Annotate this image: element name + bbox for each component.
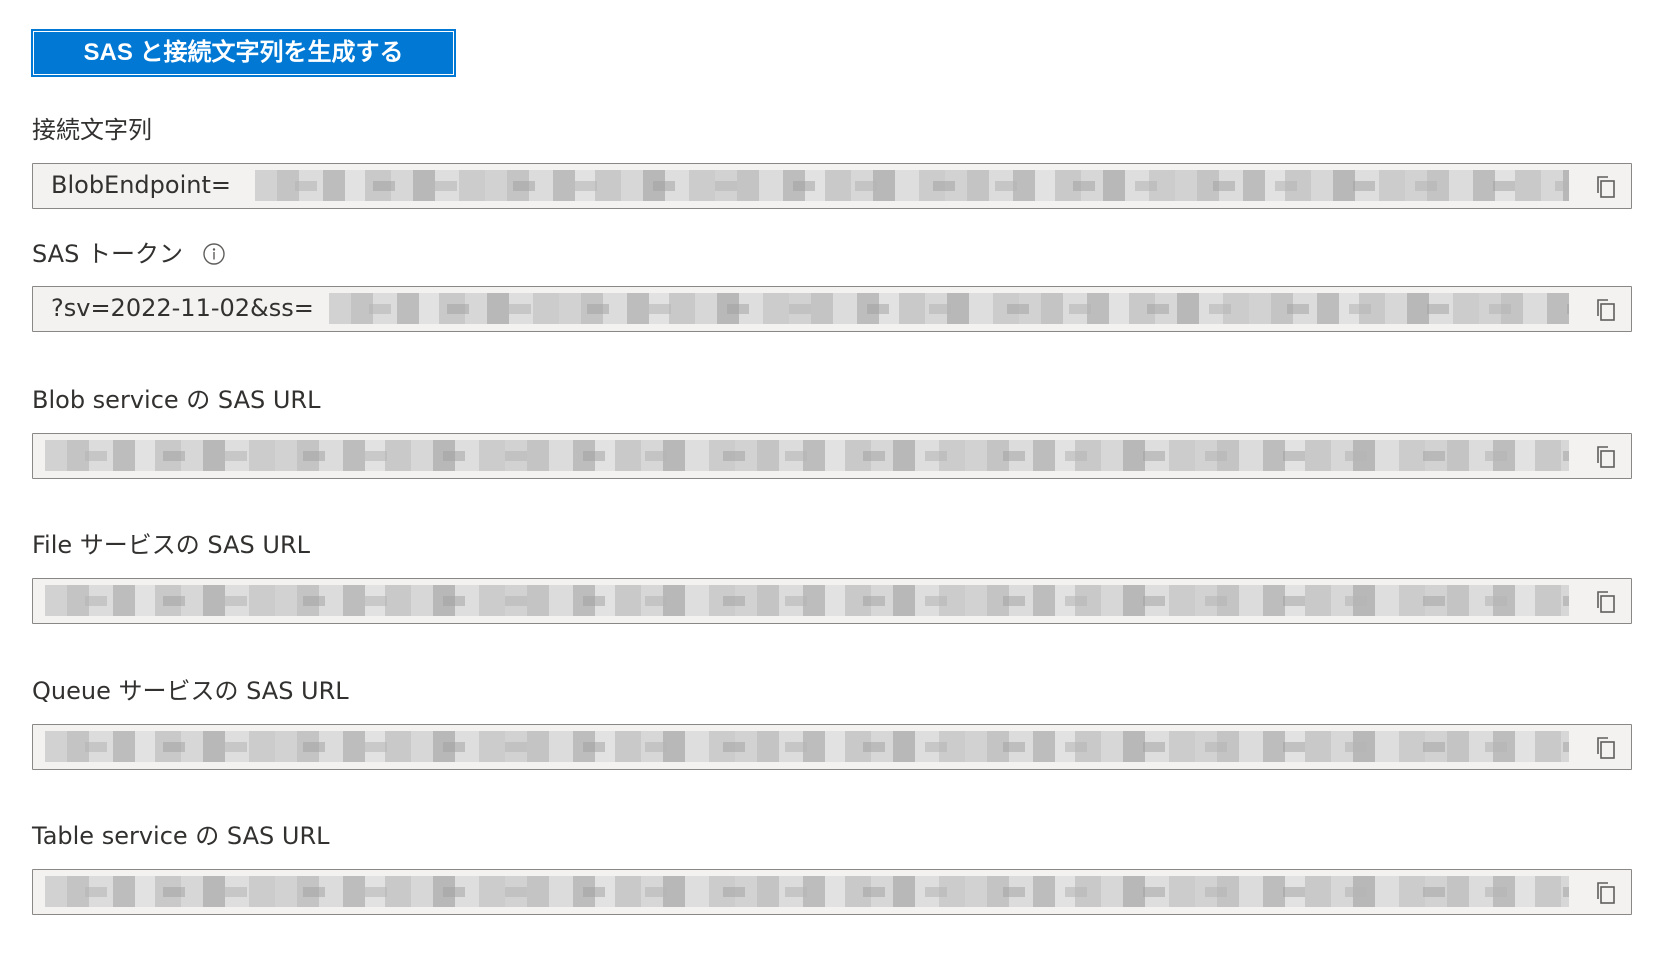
blob-sas-url-field[interactable] [32, 433, 1632, 479]
table-sas-url-field[interactable] [32, 869, 1632, 915]
sas-token-label-text: SAS トークン [32, 240, 183, 268]
connection-string-field[interactable]: BlobEndpoint= [32, 163, 1632, 209]
copy-icon[interactable] [1593, 589, 1619, 615]
blob-sas-url-label-text: Blob service の SAS URL [32, 386, 321, 414]
file-sas-url-field[interactable] [32, 578, 1632, 624]
redacted-content [45, 440, 1569, 471]
queue-sas-url-label: Queue サービスの SAS URL [32, 675, 349, 707]
redacted-content [45, 585, 1569, 616]
file-sas-url-label: File サービスの SAS URL [32, 529, 310, 561]
copy-icon[interactable] [1593, 297, 1619, 323]
copy-icon[interactable] [1593, 444, 1619, 470]
table-sas-url-label-text: Table service の SAS URL [32, 822, 330, 850]
connection-string-value[interactable]: BlobEndpoint= [51, 164, 231, 207]
connection-string-label: 接続文字列 [32, 114, 152, 146]
redacted-content [45, 731, 1569, 762]
redacted-content [329, 293, 1569, 324]
sas-token-label: SAS トークン [32, 238, 225, 270]
sas-token-value[interactable]: ?sv=2022-11-02&ss= [51, 287, 314, 330]
generate-sas-button[interactable]: SAS と接続文字列を生成する [31, 29, 456, 77]
queue-sas-url-field[interactable] [32, 724, 1632, 770]
file-sas-url-label-text: File サービスの SAS URL [32, 531, 310, 559]
queue-sas-url-label-text: Queue サービスの SAS URL [32, 677, 349, 705]
table-sas-url-label: Table service の SAS URL [32, 820, 330, 852]
sas-token-field[interactable]: ?sv=2022-11-02&ss= [32, 286, 1632, 332]
redacted-content [45, 876, 1569, 907]
redacted-content [255, 170, 1569, 201]
copy-icon[interactable] [1593, 735, 1619, 761]
copy-icon[interactable] [1593, 174, 1619, 200]
info-icon[interactable] [203, 243, 225, 265]
blob-sas-url-label: Blob service の SAS URL [32, 384, 320, 416]
copy-icon[interactable] [1593, 880, 1619, 906]
connection-string-label-text: 接続文字列 [32, 116, 152, 144]
